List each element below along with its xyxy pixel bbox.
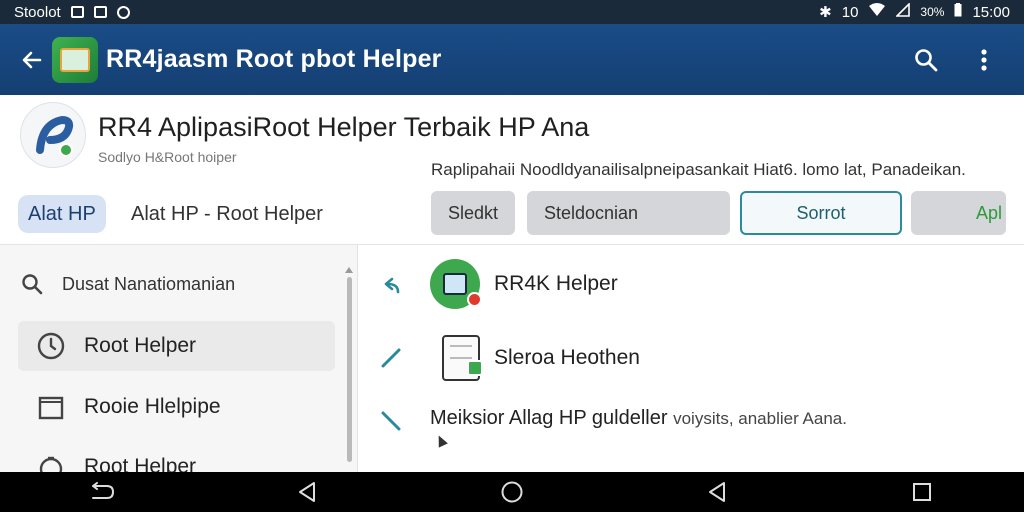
status-bar-right: ✱ 10 30% 15:00: [819, 2, 1010, 21]
search-icon: [22, 274, 43, 295]
undo-button[interactable]: [378, 272, 404, 298]
circle-icon: [39, 456, 63, 472]
wifi-icon: [868, 3, 886, 21]
return-icon: [92, 482, 115, 499]
page-subtitle: Sodlyo H&Root hoiper: [98, 149, 237, 165]
app-logo-icon: [52, 36, 98, 83]
sidebar-search-label: Dusat Nanatiomanian: [62, 273, 236, 294]
more-vert-icon: [981, 48, 987, 71]
sidebar: Dusat Nanatiomanian Root Helper Rooie Hl…: [0, 245, 358, 472]
sort-button[interactable]: Sorrot: [740, 191, 902, 235]
status-left-text: Stoolot: [14, 3, 61, 21]
app-round-icon: [430, 259, 482, 309]
content-pane: RR4K Helper Sleroa Heothen Meiksior Alla…: [358, 245, 1024, 472]
content-text: Meiksior Allag HP guldeller voiysits, an…: [430, 407, 847, 430]
status-time: 15:00: [972, 3, 1010, 21]
scroll-up-icon: [345, 267, 353, 273]
signal-icon: [895, 2, 911, 21]
lock-icon: [467, 360, 483, 376]
search-button[interactable]: [906, 40, 946, 80]
status-right-num: 10: [841, 3, 859, 21]
category-chip[interactable]: Alat HP: [18, 195, 106, 233]
search-icon: [915, 48, 938, 71]
list-item-label: RR4K Helper: [494, 272, 618, 295]
app-avatar: [20, 102, 86, 168]
list-item-label: Sleroa Heothen: [494, 346, 640, 369]
sidebar-item-root-helper[interactable]: Root Helper: [18, 321, 335, 371]
status-bar: Stoolot ✱ 10 30% 15:00: [0, 0, 1024, 24]
box-icon: [93, 6, 107, 18]
status-bar-left: Stoolot: [14, 4, 130, 21]
apply-button[interactable]: Apl: [911, 191, 1006, 235]
list-item-rr4k-helper[interactable]: RR4K Helper: [430, 259, 618, 309]
sidebar-item-label: Rooie Hlelpipe: [84, 395, 221, 418]
select-button[interactable]: Sledkt: [431, 191, 515, 235]
pencil-icon: [381, 348, 401, 368]
sidebar-scrollbar[interactable]: [345, 267, 353, 467]
list-item-sleroa-heothen[interactable]: Sleroa Heothen: [430, 335, 640, 381]
backslash-icon: [381, 411, 401, 431]
status-right-pct: 30%: [920, 5, 945, 19]
back-arrow-icon: [22, 51, 42, 68]
nav-back-button-2[interactable]: [695, 474, 739, 510]
sidebar-item-label: Root Helper: [84, 334, 197, 357]
triangle-back-icon: [299, 482, 316, 502]
sidebar-item-root-helper-2[interactable]: Root Helper: [18, 442, 335, 472]
document-lines: [450, 345, 472, 359]
nav-back-button[interactable]: [285, 474, 329, 510]
triangle-back-icon: [708, 482, 725, 502]
app-round-inner: [443, 273, 467, 295]
nav-return-button[interactable]: [80, 474, 124, 510]
content-text-main: Meiksior Allag HP guldeller: [430, 407, 668, 429]
edit-button[interactable]: [378, 345, 404, 371]
more-button[interactable]: [964, 40, 1004, 80]
battery-icon: [954, 3, 962, 21]
page-description: Raplipahaii Noodldyanailisalpneipasankai…: [431, 160, 966, 179]
square-icon: [38, 396, 64, 420]
app-emblem-icon: [36, 115, 74, 157]
nav-home-button[interactable]: [490, 474, 534, 510]
clock-icon: [37, 332, 65, 360]
recents-square-icon: [912, 483, 931, 501]
app-logo-inner: [60, 47, 90, 72]
record-icon: [116, 5, 130, 19]
settings-button[interactable]: Steldocnian: [527, 191, 730, 235]
sidebar-item-rooie-hlelpipe[interactable]: Rooie Hlelpipe: [18, 382, 335, 432]
sidebar-search[interactable]: Dusat Nanatiomanian: [20, 272, 235, 296]
undo-arrow-icon: [384, 277, 400, 294]
app-bar: RR4jaasm Root pbot Helper: [0, 24, 1024, 95]
slash-button[interactable]: [378, 408, 404, 434]
content-text-muted: voiysits, anablier Aana.: [673, 409, 847, 428]
page-title: RR4 AplipasiRoot Helper Terbaik HP Ana: [98, 112, 590, 142]
badge-icon: [467, 292, 482, 307]
category-label: Alat HP - Root Helper: [131, 203, 323, 225]
sidebar-item-label: Root Helper: [84, 455, 197, 472]
app-bar-title: RR4jaasm Root pbot Helper: [106, 45, 442, 73]
cursor-icon: [434, 433, 448, 448]
document-lock-icon: [442, 335, 483, 381]
system-nav-bar: [0, 472, 1024, 512]
app-bar-actions: [906, 40, 1004, 80]
bluetooth-icon: ✱: [819, 4, 832, 21]
nav-recents-button[interactable]: [900, 474, 944, 510]
sidebar-scroll-thumb[interactable]: [347, 277, 352, 462]
home-circle-icon: [501, 481, 523, 503]
image-icon: [70, 6, 84, 18]
